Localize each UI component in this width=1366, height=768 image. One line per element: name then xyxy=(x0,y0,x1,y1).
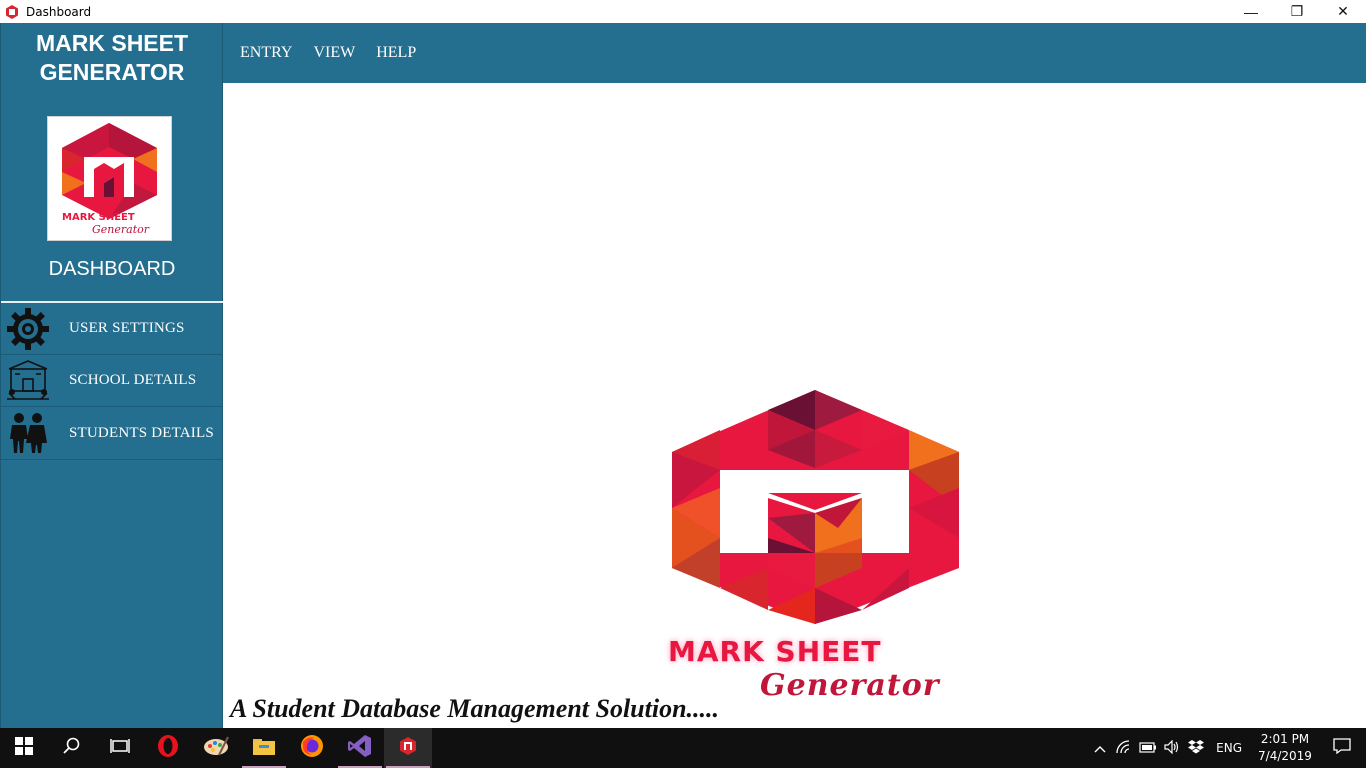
brand-line-1: MARK SHEET xyxy=(35,30,189,56)
task-view-button[interactable] xyxy=(96,728,144,768)
battery-button[interactable] xyxy=(1136,728,1160,768)
language-indicator[interactable]: ENG xyxy=(1216,741,1242,755)
show-hidden-icons-button[interactable] xyxy=(1088,728,1112,768)
dashboard-title: DASHBOARD xyxy=(48,258,176,280)
students-icon xyxy=(4,410,52,456)
sidebar-item-user-settings[interactable]: USER SETTINGS xyxy=(1,303,223,355)
taskbar-file-explorer[interactable] xyxy=(240,728,288,768)
visual-studio-icon xyxy=(348,734,372,763)
taskbar-paint[interactable] xyxy=(192,728,240,768)
sidebar-logo-text-bottom: Generator xyxy=(92,223,150,236)
taskbar: ENG 2:01 PM 7/4/2019 xyxy=(0,728,1366,768)
sidebar-item-label: STUDENTS DETAILS xyxy=(69,424,214,441)
tagline: A Student Database Management Solution..… xyxy=(230,694,720,723)
windows-start-button[interactable] xyxy=(0,728,48,768)
opera-icon xyxy=(156,734,180,763)
sidebar: MARK SHEET GENERATOR MARK SHEET Generato… xyxy=(0,23,223,728)
menu-view[interactable]: VIEW xyxy=(313,44,355,62)
taskbar-mark-sheet-app[interactable] xyxy=(384,728,432,768)
clock-date: 7/4/2019 xyxy=(1258,749,1312,763)
gear-icon xyxy=(4,306,52,352)
windows-start-icon xyxy=(15,736,33,760)
brand-line-2: GENERATOR xyxy=(39,59,185,85)
window-title: Dashboard xyxy=(26,4,92,19)
chevron-up-icon xyxy=(1094,741,1106,756)
restore-button[interactable]: ❐ xyxy=(1274,0,1320,23)
app-icon xyxy=(4,4,20,20)
close-button[interactable]: ✕ xyxy=(1320,0,1366,23)
school-icon xyxy=(4,358,52,404)
sidebar-logo-text-top: MARK SHEET xyxy=(62,212,135,223)
action-center-button[interactable] xyxy=(1318,728,1366,768)
wifi-icon xyxy=(1116,739,1132,757)
paint-icon xyxy=(203,735,229,762)
taskbar-opera[interactable] xyxy=(144,728,192,768)
app-brand-title: MARK SHEET GENERATOR xyxy=(1,29,223,87)
taskbar-search-button[interactable] xyxy=(48,728,96,768)
taskbar-clock[interactable]: 2:01 PM 7/4/2019 xyxy=(1252,731,1318,765)
network-button[interactable] xyxy=(1112,728,1136,768)
main-content: MARK SHEET Generator A Student Database … xyxy=(223,83,1366,728)
volume-icon xyxy=(1164,739,1180,757)
main-logo-text-bottom: Generator xyxy=(760,668,940,703)
menu-help[interactable]: HELP xyxy=(376,44,416,62)
dropbox-icon xyxy=(1188,739,1205,757)
sidebar-item-school-details[interactable]: SCHOOL DETAILS xyxy=(1,355,223,407)
menu-bar: ENTRY VIEW HELP xyxy=(223,23,1366,83)
main-logo-text-top: MARK SHEET xyxy=(668,635,882,668)
dropbox-button[interactable] xyxy=(1184,728,1208,768)
taskbar-firefox[interactable] xyxy=(288,728,336,768)
main-logo: MARK SHEET Generator xyxy=(668,388,968,708)
menu-entry[interactable]: ENTRY xyxy=(240,44,292,62)
mark-sheet-app-icon xyxy=(400,736,416,760)
taskbar-visual-studio[interactable] xyxy=(336,728,384,768)
system-tray: ENG 2:01 PM 7/4/2019 xyxy=(1088,728,1366,768)
volume-button[interactable] xyxy=(1160,728,1184,768)
sidebar-item-label: SCHOOL DETAILS xyxy=(69,372,197,388)
battery-icon xyxy=(1139,741,1157,756)
task-view-icon xyxy=(110,738,130,759)
minimize-button[interactable]: — xyxy=(1228,0,1274,23)
title-bar: Dashboard — ❐ ✕ xyxy=(0,0,1366,23)
search-icon xyxy=(63,737,81,760)
clock-time: 2:01 PM xyxy=(1260,732,1310,746)
notification-icon xyxy=(1333,737,1351,759)
sidebar-item-students-details[interactable]: STUDENTS DETAILS xyxy=(1,407,223,460)
file-explorer-icon xyxy=(253,737,275,760)
sidebar-item-label: USER SETTINGS xyxy=(69,320,185,336)
sidebar-logo: MARK SHEET Generator xyxy=(47,116,172,241)
firefox-icon xyxy=(300,734,324,763)
